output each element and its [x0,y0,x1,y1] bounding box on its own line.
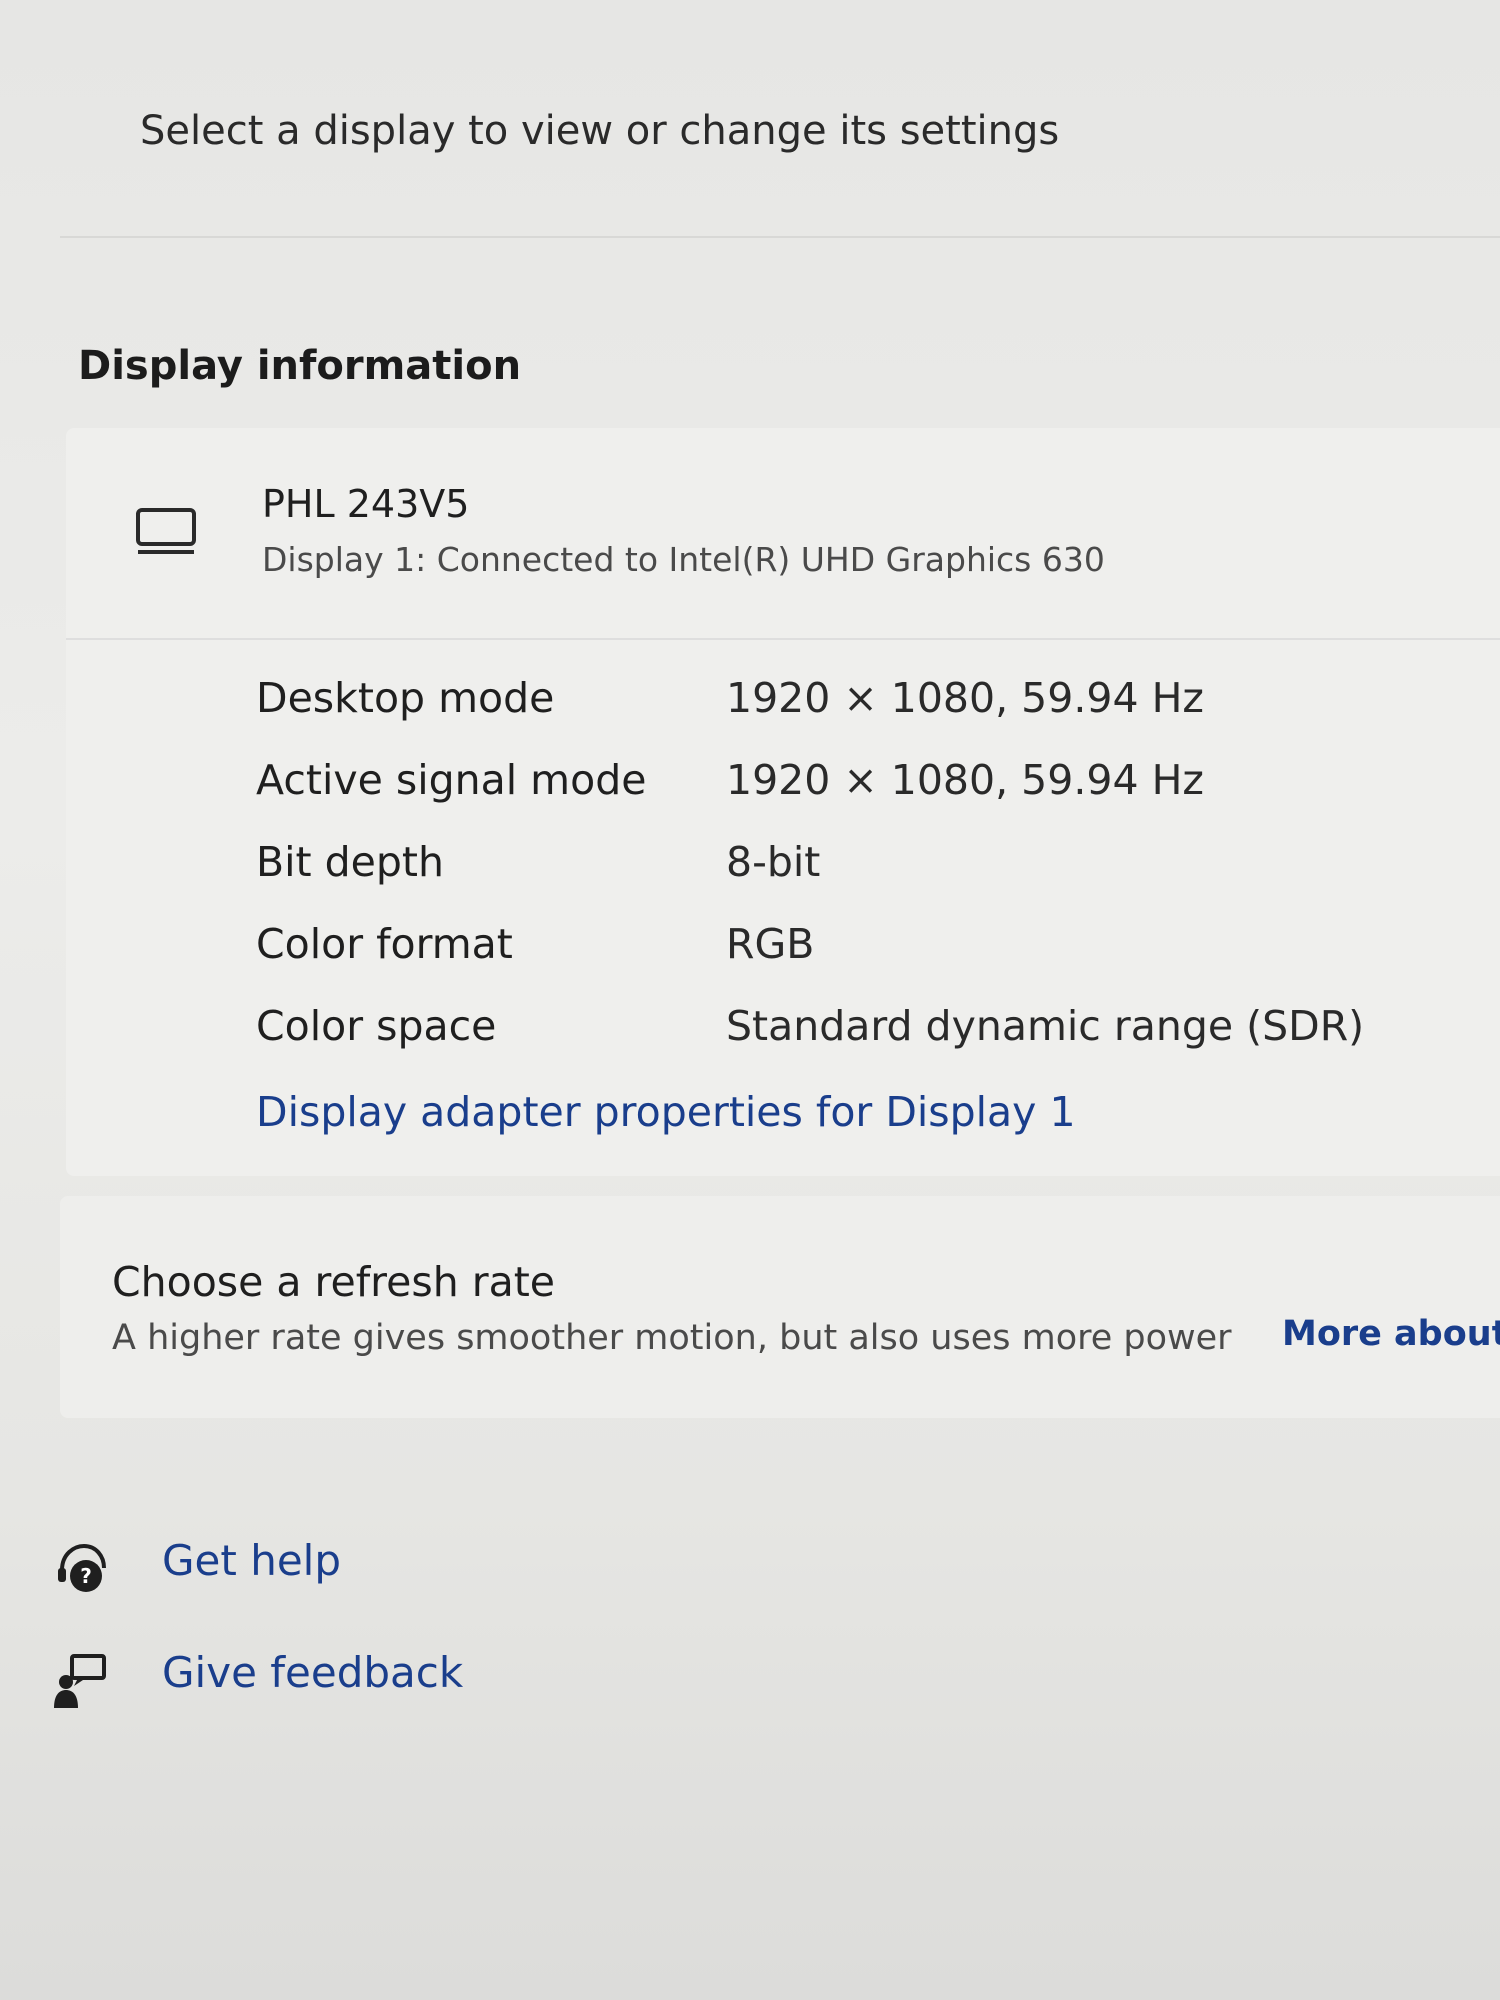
property-value: Standard dynamic range (SDR) [726,1002,1365,1050]
select-display-text: Select a display to view or change its s… [140,108,1060,154]
section-title-display-information: Display information [78,343,522,389]
refresh-rate-description: A higher rate gives smoother motion, but… [112,1318,1232,1358]
property-label: Active signal mode [256,756,647,804]
property-value: 1920 × 1080, 59.94 Hz [726,674,1204,722]
more-about-link[interactable]: More about [1282,1314,1500,1354]
property-row-desktop-mode: Desktop mode 1920 × 1080, 59.94 Hz [256,674,1456,734]
divider [60,236,1500,238]
property-row-active-signal-mode: Active signal mode 1920 × 1080, 59.94 Hz [256,756,1456,816]
display-adapter-properties-link[interactable]: Display adapter properties for Display 1 [256,1088,1076,1136]
property-label: Bit depth [256,838,444,886]
feedback-icon [52,1652,108,1708]
property-row-color-format: Color format RGB [256,920,1456,980]
refresh-rate-title: Choose a refresh rate [112,1258,556,1306]
display-settings-page: Select a display to view or change its s… [0,0,1500,2000]
get-help-icon: ? [52,1540,108,1596]
display-information-card: PHL 243V5 Display 1: Connected to Intel(… [66,428,1500,1176]
property-label: Color format [256,920,513,968]
property-label: Desktop mode [256,674,555,722]
monitor-connection: Display 1: Connected to Intel(R) UHD Gra… [262,540,1105,579]
property-value: 1920 × 1080, 59.94 Hz [726,756,1204,804]
monitor-icon [134,506,198,560]
give-feedback-label: Give feedback [162,1648,464,1697]
property-row-color-space: Color space Standard dynamic range (SDR) [256,1002,1456,1062]
property-label: Color space [256,1002,497,1050]
property-row-bit-depth: Bit depth 8-bit [256,838,1456,898]
svg-text:?: ? [80,1564,92,1588]
get-help-label: Get help [162,1536,341,1585]
refresh-rate-card[interactable]: Choose a refresh rate A higher rate give… [60,1196,1500,1418]
monitor-name: PHL 243V5 [262,482,470,526]
get-help-link[interactable]: ? Get help [52,1536,652,1606]
give-feedback-link[interactable]: Give feedback [52,1648,652,1718]
property-value: RGB [726,920,815,968]
monitor-header: PHL 243V5 Display 1: Connected to Intel(… [66,428,1500,640]
property-value: 8-bit [726,838,821,886]
